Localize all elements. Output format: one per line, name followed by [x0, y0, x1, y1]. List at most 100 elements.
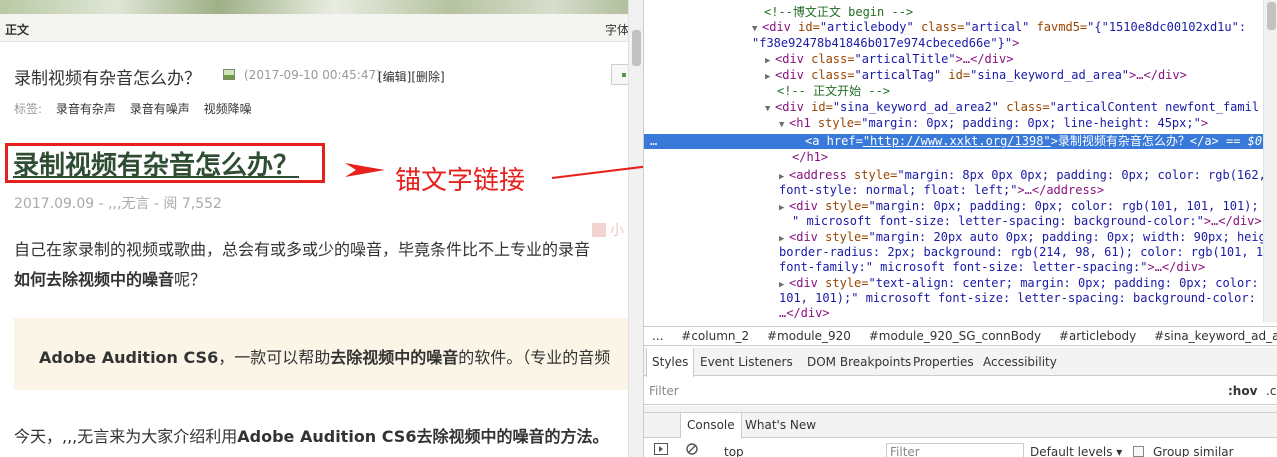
tab-styles[interactable]: Styles [646, 348, 695, 377]
intro-line-2: 如何去除视频中的噪音呢？ [14, 265, 634, 295]
sidebar-toggle-icon[interactable] [654, 443, 668, 455]
tag-close: …</div> [779, 306, 830, 320]
styles-filter-input[interactable] [646, 382, 1206, 400]
collapse-triangle-icon[interactable]: ▶ [765, 70, 775, 85]
intro-line-1: 自己在家录制的视频或歌曲，总会有或多或少的噪音，毕竟条件比不上专业的录音 [14, 240, 591, 259]
dom-node[interactable]: ▶ <div style="margin: 0px; padding: 0px; … [779, 199, 1273, 214]
group-similar-checkbox[interactable] [1133, 446, 1144, 457]
attr-name: style= [810, 116, 862, 130]
breadcrumb: ... #column_2 #module_920 #module_920_SG… [644, 326, 1277, 346]
breadcrumb-item[interactable]: #column_2 [681, 329, 749, 343]
attr-name: class= [913, 20, 965, 34]
dom-node[interactable]: ▶ <div style="margin: 20px auto 0px; padd… [779, 230, 1273, 245]
attr-value: "articlebody" [819, 20, 914, 34]
tag-link[interactable]: 视频降噪 [204, 102, 252, 116]
collapse-triangle-icon[interactable]: ▶ [779, 201, 789, 216]
tab-accessibility[interactable]: Accessibility [978, 348, 1062, 376]
attr-value: "margin: 0px; padding: 0px; color: rgb(1… [868, 199, 1274, 213]
quote-tail: 的软件。（专业的音频 [458, 348, 611, 367]
attr-value: " microsoft font-size: letter-spacing: b… [792, 214, 1204, 228]
attr-value: font-family:" microsoft font-size: lette… [779, 260, 1148, 274]
dom-node-continued: 101, 101);" microsoft font-size: letter-… [779, 291, 1277, 306]
breadcrumb-item[interactable]: #module_920 [767, 329, 851, 343]
tag-name: <a [805, 134, 820, 148]
tab-properties[interactable]: Properties [908, 348, 979, 376]
attr-value: "margin: 20px auto 0px; padding: 0px; wi… [868, 230, 1274, 244]
dom-node-continued: …</div> [779, 306, 830, 321]
elements-tree: <!--博文正文 begin --> ▼ <div id="articlebody… [644, 0, 1277, 322]
page-scrollbar[interactable] [628, 0, 643, 457]
hover-state-toggle[interactable]: :hov [1228, 384, 1257, 398]
expand-triangle-icon[interactable]: ▼ [765, 102, 775, 117]
tab-console[interactable]: Console [680, 413, 742, 438]
tab-whats-new[interactable]: What's New [739, 413, 822, 438]
tag-link[interactable]: 录音有噪声 [130, 102, 190, 116]
attr-name: href= [819, 134, 863, 148]
attr-value: "{"1510e8dc00102xd1u": [1087, 20, 1247, 34]
attr-name: style= [846, 168, 898, 182]
dom-node[interactable]: ▼ <h1 style="margin: 0px; padding: 0px; l… [779, 116, 1208, 131]
elements-scrollbar[interactable] [1263, 0, 1277, 322]
method-bold: Adobe Audition CS6去除视频中的噪音的方法。 [237, 427, 609, 446]
tag-name: <div [762, 20, 791, 34]
collapse-triangle-icon[interactable]: ▶ [765, 54, 775, 69]
attr-name: style= [817, 276, 869, 290]
quote-bold-2: 去除视频中的噪音 [330, 348, 459, 367]
breadcrumb-item[interactable]: #module_920_SG_connBody [869, 329, 1041, 343]
more-dots-icon[interactable]: … [650, 134, 657, 149]
edit-delete-links[interactable]: [编辑][删除] [378, 68, 445, 85]
red-arrow-icon [345, 163, 385, 177]
tag-link[interactable]: 录音有杂声 [56, 102, 116, 116]
attr-name: id= [790, 20, 820, 34]
dom-node[interactable]: ▼ <div id="sina_keyword_ad_area2" class="… [765, 100, 1259, 115]
article-title-link[interactable]: 录制视频有杂音怎么办？ [13, 145, 299, 182]
dom-node[interactable]: <!--博文正文 begin --> [764, 5, 913, 20]
tag-name: <div [789, 230, 818, 244]
attr-name: class= [803, 68, 855, 82]
dom-node[interactable]: ▼ <div id="articlebody" class="artical" f… [752, 20, 1246, 35]
breadcrumb-item[interactable]: #articlebody [1059, 329, 1136, 343]
post-meta: 2017.09.09 - ,,,无言 - 阅 7,552 [14, 196, 222, 212]
attr-value: "sina_keyword_ad_area2" [832, 100, 999, 114]
context-selector[interactable]: top [724, 445, 744, 457]
dom-node[interactable]: ▶ <div class="articalTag" id="sina_keywor… [765, 68, 1187, 83]
attr-value: "sina_keyword_ad_area" [970, 68, 1130, 82]
expand-triangle-icon[interactable]: ▼ [752, 22, 762, 37]
expand-triangle-icon[interactable]: ▼ [779, 118, 789, 133]
attr-value: "artical" [964, 20, 1030, 34]
dom-node[interactable]: </h1> [792, 150, 828, 165]
tag-name: <div [775, 52, 804, 66]
attr-value: "articalTitle" [854, 52, 956, 66]
dom-node[interactable]: ▶ <div class="articalTitle">…</div> [765, 52, 1013, 67]
anchor-text-annotation: 锚文字链接 [395, 166, 526, 196]
elements-scrollbar-thumb[interactable] [1267, 2, 1276, 30]
breadcrumb-item[interactable]: #sina_keyword_ad_area2 [1154, 329, 1277, 343]
href-value-link[interactable]: "http://www.xxkt.org/1398" [863, 134, 1051, 148]
attr-name: style= [817, 230, 869, 244]
page-scrollbar-thumb[interactable] [632, 30, 641, 66]
tag-close: >…</div> [1147, 260, 1206, 274]
tab-event-listeners[interactable]: Event Listeners [695, 348, 798, 376]
dom-node[interactable]: <!-- 正文开始 --> [777, 84, 890, 99]
tag-close: >…</div> [955, 52, 1014, 66]
tag-close: > [1012, 36, 1020, 50]
tab-dom-breakpoints[interactable]: DOM Breakpoints [802, 348, 916, 376]
dom-node[interactable]: ▶ <address style="margin: 8px 0px 0px; pa… [779, 168, 1266, 183]
method-start: 今天，,,,无言来为大家介绍利用 [14, 427, 238, 446]
tag-name: <div [789, 199, 818, 213]
devtools-panel: <!--博文正文 begin --> ▼ <div id="articlebody… [643, 0, 1277, 457]
dom-node[interactable]: ▶ <div style="text-align: center; margin:… [779, 276, 1273, 291]
section-bar: 正文 字体 [0, 14, 629, 42]
console-filter-input[interactable]: Filter [886, 443, 1024, 457]
drawer-tabs: Console What's New [644, 412, 1277, 438]
attr-name: style= [817, 199, 869, 213]
post-date: (2017-09-10 00:45:47) [244, 68, 381, 82]
clear-console-icon[interactable] [686, 443, 698, 455]
tag-name: <div [789, 276, 818, 290]
breadcrumb-item[interactable]: ... [652, 329, 663, 343]
dom-node-selected[interactable]: … <a href="http://www.xxkt.org/1398">录制视频… [644, 134, 1277, 149]
class-toggle[interactable]: .c [1266, 384, 1276, 398]
intro-tail: 呢？ [174, 270, 207, 289]
log-levels-dropdown[interactable]: Default levels ▾ [1030, 445, 1122, 457]
font-size-toggle[interactable]: 字体 [605, 21, 629, 38]
